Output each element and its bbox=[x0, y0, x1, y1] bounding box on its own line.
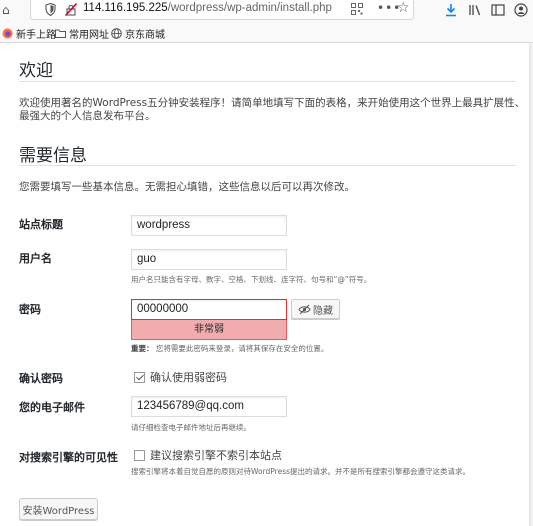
password-strength-meter: 非常弱 bbox=[131, 320, 287, 340]
bookmark-item[interactable]: 京东商城 bbox=[111, 26, 165, 41]
url-bar[interactable]: 114.116.195.225/wordpress/wp-admin/insta… bbox=[30, 0, 414, 20]
username-input[interactable]: guo bbox=[131, 249, 287, 270]
password-label: 密码 bbox=[19, 303, 41, 316]
search-visibility-row[interactable]: 建议搜索引擎不索引本站点 bbox=[134, 447, 282, 463]
globe-icon bbox=[111, 28, 122, 39]
eye-slash-icon bbox=[298, 304, 311, 314]
bookmark-item[interactable]: 新手上路 bbox=[2, 26, 56, 41]
info-heading: 需要信息 bbox=[19, 146, 87, 166]
search-visibility-description: 搜索引擎将本着自觉自愿的原则对待WordPress提出的请求。并不是所有搜索引擎… bbox=[131, 467, 471, 476]
username-description: 用户名只能含有字母、数字、空格、下划线、连字符、句号和“@”符号。 bbox=[131, 275, 372, 284]
confirm-weak-password-row[interactable]: 确认使用弱密码 bbox=[134, 369, 227, 385]
welcome-heading: 欢迎 bbox=[19, 61, 53, 81]
url-path: /wordpress/wp-admin/install.php bbox=[167, 2, 332, 14]
welcome-intro-line2: 最强大的个人信息发布平台。 bbox=[19, 110, 156, 122]
confirm-password-label: 确认密码 bbox=[19, 372, 63, 385]
confirm-weak-password-text: 确认使用弱密码 bbox=[150, 371, 227, 384]
bookmarks-bar: 新手上路 常用网址 京东商城 bbox=[0, 22, 533, 43]
qr-code-icon[interactable] bbox=[351, 3, 363, 15]
bookmark-star-icon[interactable]: ☆ bbox=[397, 0, 410, 16]
firefox-icon bbox=[2, 28, 13, 39]
divider bbox=[19, 81, 516, 82]
search-visibility-checkbox[interactable] bbox=[134, 449, 145, 461]
search-visibility-text: 建议搜索引擎不索引本站点 bbox=[150, 449, 282, 462]
sidebar-icon[interactable] bbox=[491, 3, 505, 17]
account-icon[interactable] bbox=[514, 3, 528, 17]
username-label: 用户名 bbox=[19, 252, 52, 265]
hide-password-button[interactable]: 隐藏 bbox=[291, 299, 340, 319]
bookmark-label: 新手上路 bbox=[16, 30, 56, 41]
email-input[interactable]: 123456789@qq.com bbox=[131, 396, 287, 417]
tracking-shield-icon[interactable] bbox=[45, 3, 56, 16]
bookmark-label: 京东商城 bbox=[125, 30, 165, 41]
email-description: 请仔细检查电子邮件地址后再继续。 bbox=[131, 423, 251, 432]
info-subtitle: 您需要填写一些基本信息。无需担心填错，这些信息以后可以再次修改。 bbox=[19, 181, 355, 193]
library-icon[interactable] bbox=[468, 3, 482, 17]
divider bbox=[19, 165, 516, 166]
email-label: 您的电子邮件 bbox=[19, 401, 85, 414]
site-title-label: 站点标题 bbox=[19, 218, 63, 231]
search-visibility-label: 对搜索引擎的可见性 bbox=[19, 451, 118, 464]
browser-toolbar: ⌂ 114.116.195.225/wordpress/wp-admin/ins… bbox=[0, 0, 533, 22]
bookmark-label: 常用网址 bbox=[69, 30, 109, 41]
url-text[interactable]: 114.116.195.225/wordpress/wp-admin/insta… bbox=[83, 2, 332, 14]
confirm-weak-password-checkbox[interactable] bbox=[134, 371, 145, 383]
hide-password-label: 隐藏 bbox=[313, 305, 333, 317]
download-icon[interactable] bbox=[444, 3, 458, 17]
site-title-input[interactable]: wordpress bbox=[131, 215, 287, 236]
folder-icon bbox=[55, 29, 66, 38]
url-host: 114.116.195.225 bbox=[83, 2, 168, 14]
home-icon[interactable]: ⌂ bbox=[2, 3, 10, 17]
password-hint: 重要： 您将需要此密码来登录，请将其保存在安全的位置。 bbox=[131, 343, 328, 354]
password-input[interactable]: 00000000 bbox=[131, 299, 287, 320]
install-card: 欢迎 欢迎使用著名的WordPress五分钟安装程序！请简单地填写下面的表格，来… bbox=[0, 43, 529, 526]
password-hint-bold: 重要： bbox=[131, 344, 154, 353]
install-wordpress-button[interactable]: 安装WordPress bbox=[19, 498, 98, 520]
bookmark-item[interactable]: 常用网址 bbox=[55, 26, 109, 41]
insecure-lock-icon[interactable] bbox=[65, 3, 77, 16]
password-hint-text: 您将需要此密码来登录，请将其保存在安全的位置。 bbox=[155, 344, 329, 353]
